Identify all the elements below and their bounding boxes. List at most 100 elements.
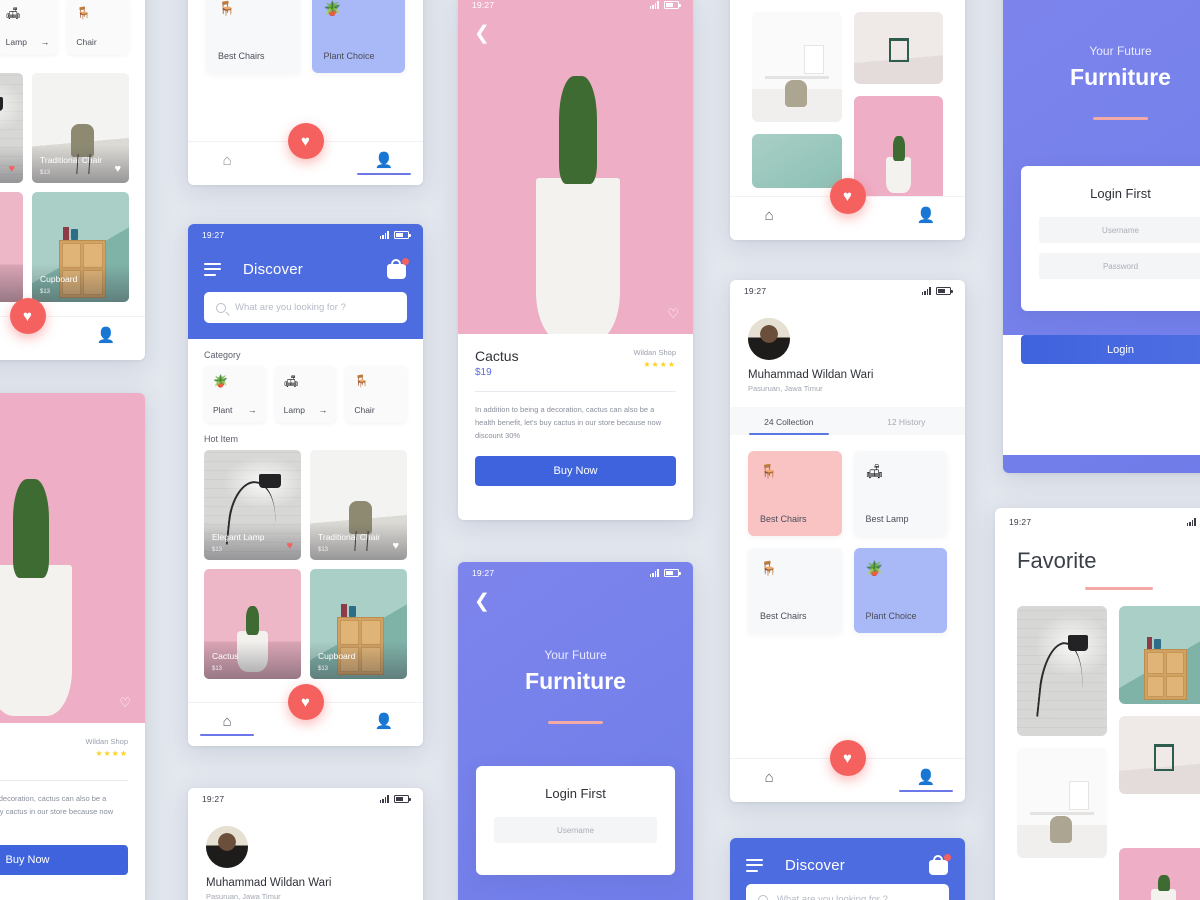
product-card-cactus[interactable]: Cactus $13 xyxy=(204,569,301,679)
nav-profile[interactable]: 👤 xyxy=(887,208,965,230)
cart-icon[interactable] xyxy=(929,854,951,875)
tile-label: Best Chairs xyxy=(760,611,807,621)
profile-tabs: 24 Collection 12 History xyxy=(730,407,965,435)
category-card-plant[interactable]: 🪴 Plant → xyxy=(204,366,266,423)
status-time: 19:27 xyxy=(1009,517,1032,527)
product-description: In addition to being a decoration, cactu… xyxy=(475,405,662,441)
hot-item-grid-partial: Elegant Lamp $13 ♥ Traditional Chair $13… xyxy=(0,73,145,302)
status-bar: 19:27 xyxy=(458,0,693,16)
favorite-heart-icon[interactable]: ♥ xyxy=(8,164,15,175)
category-card-chair[interactable]: 🪑 Chair xyxy=(345,366,408,423)
favorite-tile-mint[interactable] xyxy=(752,134,842,188)
buy-now-button[interactable]: Buy Now xyxy=(0,845,128,876)
phone-favorite-partial-top: ⌂ 👤 ♥ xyxy=(730,0,965,240)
battery-icon xyxy=(664,569,681,577)
product-price: $13 xyxy=(40,170,51,176)
nav-profile[interactable]: 👤 xyxy=(345,153,423,175)
category-row: 🪴 Plant → 🛋 Lamp → 🪑 Chair xyxy=(188,366,423,423)
favorite-tile-cupboard[interactable] xyxy=(1118,606,1200,704)
nav-profile[interactable]: 👤 xyxy=(887,770,965,792)
favorite-tile-desk[interactable] xyxy=(752,12,842,122)
product-price: $13 xyxy=(318,666,329,672)
product-card-elegant-lamp[interactable]: Elegant Lamp $13 ♥ xyxy=(204,450,301,560)
nav-profile[interactable]: 👤 xyxy=(67,328,145,350)
tile-best-chairs[interactable]: 🪑 Best Chairs xyxy=(748,451,842,536)
hero-favorite-icon[interactable]: ♡ xyxy=(667,306,679,322)
search-input[interactable]: What are you looking for ? xyxy=(746,884,949,900)
category-label: Lamp xyxy=(283,405,305,415)
category-card-lamp[interactable]: 🛋 Lamp → xyxy=(274,366,337,423)
discover-header: Discover What are you looking for ? xyxy=(730,838,965,900)
menu-icon[interactable] xyxy=(746,858,763,872)
search-icon xyxy=(216,302,226,313)
hero-favorite-icon[interactable]: ♡ xyxy=(119,695,131,711)
status-bar: 19:27 xyxy=(188,788,423,810)
category-card-chair[interactable]: 🪑 Chair xyxy=(67,0,130,55)
buy-now-button[interactable]: Buy Now xyxy=(475,456,676,487)
password-field[interactable]: Password xyxy=(1039,253,1200,279)
plant-icon: 🪴 xyxy=(323,0,341,16)
product-card-traditional-chair[interactable]: Traditional Chair $13 ♥ xyxy=(32,73,129,183)
phone-product-detail: 19:27 ❮ ♡ Cactus $19 Wildan Shop ★★★★ In… xyxy=(458,0,693,520)
profile-location: Pasuruan, Jawa Timur xyxy=(748,384,823,393)
search-input[interactable]: What are you looking for ? xyxy=(204,292,407,323)
product-card-elegant-lamp[interactable]: Elegant Lamp $13 ♥ xyxy=(0,73,23,183)
favorite-tile-cactus[interactable] xyxy=(853,96,943,201)
product-card-cupboard[interactable]: Cupboard $13 xyxy=(32,192,129,302)
favorite-fab-button[interactable]: ♥ xyxy=(9,298,46,334)
search-placeholder: What are you looking for ? xyxy=(777,894,888,900)
category-row-partial: 🪴 Plant → 🛋 Lamp → 🪑 Chair xyxy=(0,0,145,55)
product-card-cactus[interactable]: Cactus $13 xyxy=(0,192,23,302)
nav-home[interactable]: ⌂ xyxy=(188,714,266,736)
menu-icon[interactable] xyxy=(204,262,221,276)
favorite-fab-button[interactable]: ♥ xyxy=(829,178,866,214)
tile-best-chairs-2[interactable]: 🪑 Best Chairs xyxy=(748,548,842,633)
battery-icon xyxy=(936,287,953,295)
phone-discover-partial-bottom: Discover What are you looking for ? xyxy=(730,838,965,900)
page-title: Discover xyxy=(243,260,303,278)
signal-icon xyxy=(379,795,389,803)
favorite-heart-icon[interactable]: ♥ xyxy=(286,541,293,552)
nav-home[interactable]: ⌂ xyxy=(188,153,266,175)
favorite-fab-button[interactable]: ♥ xyxy=(287,123,324,159)
favorite-tile-desk[interactable] xyxy=(1017,748,1107,858)
tile-label: Best Chairs xyxy=(218,51,265,61)
cart-icon[interactable] xyxy=(387,258,409,279)
tile-best-chairs[interactable]: 🪑 Best Chairs xyxy=(206,0,300,73)
product-name: Cactus xyxy=(212,651,239,661)
favorite-heart-icon[interactable]: ♥ xyxy=(114,164,121,175)
product-description: In addition to being a decoration, cactu… xyxy=(0,794,114,817)
nav-home[interactable]: ⌂ xyxy=(730,208,808,230)
tab-collection[interactable]: 24 Collection xyxy=(730,407,848,435)
chevron-right-icon: → xyxy=(318,405,328,415)
hot-item-section-label: Hot Item xyxy=(204,434,239,444)
nav-home[interactable]: ⌂ xyxy=(730,770,808,792)
favorite-tile-lamp[interactable] xyxy=(1017,606,1107,736)
tile-best-lamp[interactable]: 🛋 Best Lamp xyxy=(853,451,947,536)
screenshot-canvas: 🪴 Plant → 🛋 Lamp → 🪑 Chair xyxy=(0,0,1200,900)
username-field[interactable]: Username xyxy=(494,817,657,843)
favorite-heart-icon[interactable]: ♥ xyxy=(392,541,399,552)
username-placeholder: Username xyxy=(557,825,594,835)
password-placeholder: Password xyxy=(1102,261,1139,271)
favorite-tile-green-chair[interactable] xyxy=(1118,716,1200,794)
login-button[interactable]: Login xyxy=(1021,335,1200,364)
discover-header: 19:27 Discover What are you looking for … xyxy=(188,224,423,339)
favorite-tile-cactus[interactable] xyxy=(1118,848,1200,900)
product-card-traditional-chair[interactable]: Traditional Chair $13 ♥ xyxy=(310,450,407,560)
tile-plant-choice[interactable]: 🪴 Plant Choice xyxy=(311,0,405,73)
tab-history[interactable]: 12 History xyxy=(848,407,966,435)
favorite-tile-green-chair[interactable] xyxy=(853,12,943,84)
username-field[interactable]: Username xyxy=(1039,217,1200,243)
chair-icon: 🪑 xyxy=(760,463,778,479)
category-card-lamp[interactable]: 🛋 Lamp → xyxy=(0,0,59,55)
plant-icon: 🪴 xyxy=(865,560,883,576)
nav-profile[interactable]: 👤 xyxy=(345,714,423,736)
product-card-cupboard[interactable]: Cupboard $13 xyxy=(310,569,407,679)
favorite-fab-button[interactable]: ♥ xyxy=(287,684,324,720)
tile-plant-choice[interactable]: 🪴 Plant Choice xyxy=(853,548,947,633)
back-button[interactable]: ❮ xyxy=(474,592,490,611)
back-button[interactable]: ❮ xyxy=(474,24,490,43)
category-label: Plant xyxy=(213,405,233,415)
favorite-fab-button[interactable]: ♥ xyxy=(829,740,866,776)
